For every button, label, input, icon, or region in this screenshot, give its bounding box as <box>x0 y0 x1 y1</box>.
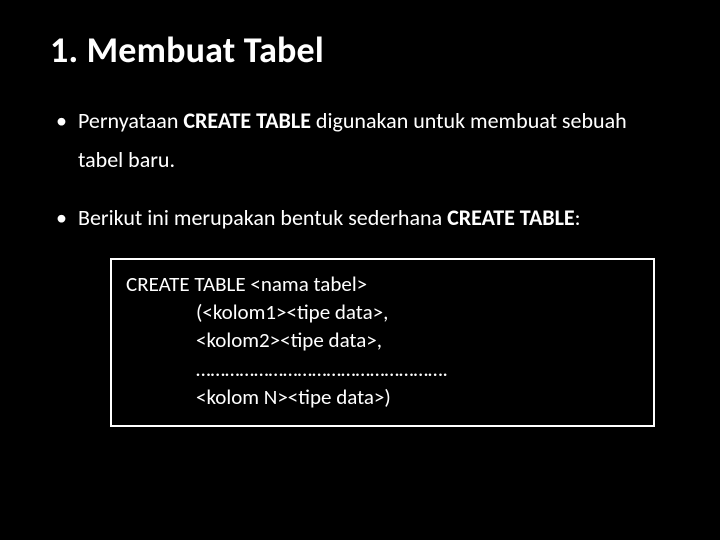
bullet2-pre: Berikut ini merupakan bentuk sederhana <box>78 204 447 231</box>
code-line-1: CREATE TABLE <nama tabel> <box>126 270 639 298</box>
bullet1-pre: Pernyataan <box>78 107 183 134</box>
code-box: CREATE TABLE <nama tabel> (<kolom1><tipe… <box>110 258 655 428</box>
slide: 1. Membuat Tabel Pernyataan CREATE TABLE… <box>0 0 720 540</box>
bullet2-post: : <box>575 204 581 231</box>
bullet2-strong: CREATE TABLE <box>447 204 575 231</box>
code-line-4: ……………………………………………. <box>126 355 639 383</box>
slide-title: 1. Membuat Tabel <box>50 28 670 72</box>
code-line-2: (<kolom1><tipe data>, <box>126 298 639 326</box>
bullet-list: Pernyataan CREATE TABLE digunakan untuk … <box>50 102 670 238</box>
code-line-3: <kolom2><tipe data>, <box>126 326 639 354</box>
bullet-item-2: Berikut ini merupakan bentuk sederhana C… <box>50 199 670 238</box>
bullet1-strong: CREATE TABLE <box>183 107 311 134</box>
code-line-5: <kolom N><tipe data>) <box>126 383 639 411</box>
bullet-item-1: Pernyataan CREATE TABLE digunakan untuk … <box>50 102 670 179</box>
